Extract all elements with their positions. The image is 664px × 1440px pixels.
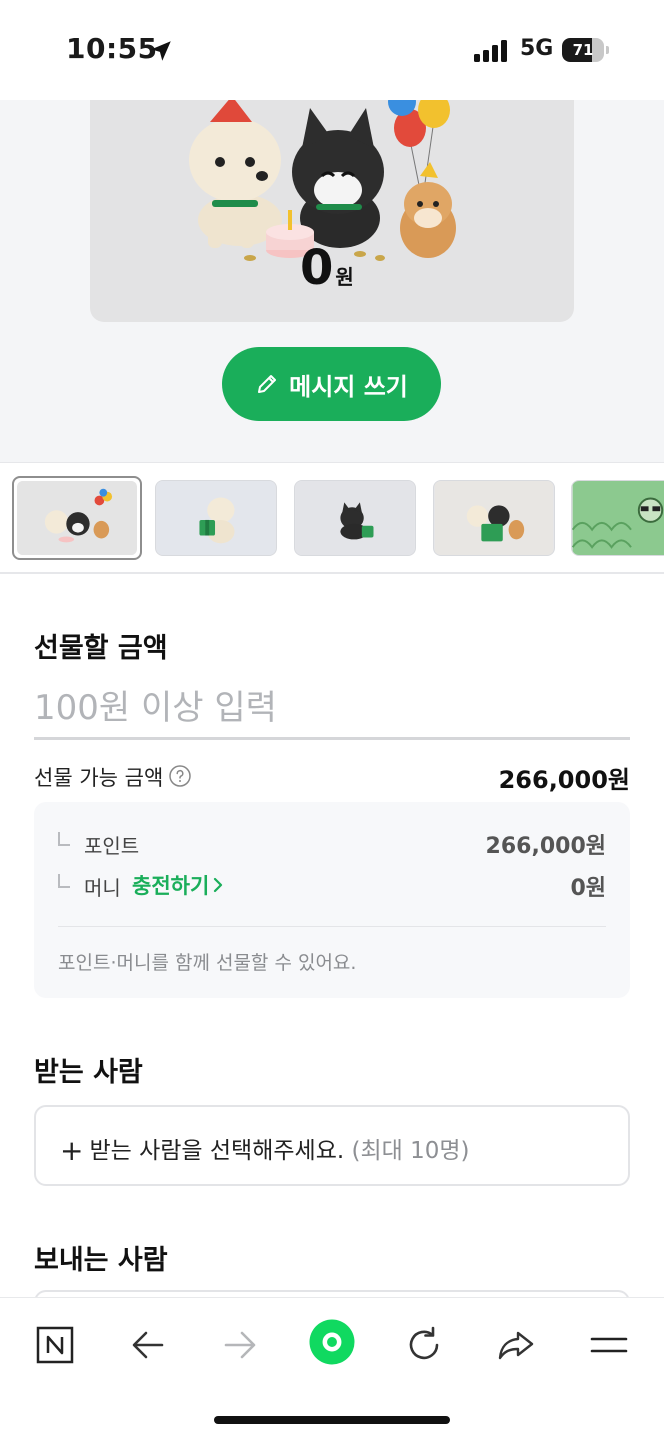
write-message-button[interactable]: 메시지 쓰기: [222, 347, 441, 421]
recipient-prompt: 받는 사람을 선택해주세요.: [89, 1138, 345, 1164]
sender-title: 보내는 사람: [34, 1245, 168, 1276]
available-amount-value: 266,000원: [498, 766, 630, 794]
balance-note: 포인트·머니를 함께 선물할 수 있어요.: [58, 952, 357, 974]
battery-percent: 71: [572, 41, 594, 59]
gift-amount-title: 선물할 금액: [34, 633, 168, 664]
naver-home-button[interactable]: [28, 1318, 82, 1372]
money-value: 0원: [570, 876, 606, 901]
party-animals-thumb-image: [17, 481, 137, 555]
pencil-icon: [258, 375, 277, 393]
menu-button[interactable]: [582, 1318, 636, 1372]
status-time: 10:55: [66, 32, 158, 65]
card-design-selector: [0, 462, 664, 574]
gift-amount-display: 0원: [300, 240, 354, 296]
location-arrow-icon: [151, 41, 171, 61]
points-value: 266,000원: [485, 834, 606, 859]
naver-n-icon: [36, 1326, 74, 1364]
points-row: 포인트 266,000원: [58, 828, 606, 860]
thumbnail-kitten-gift[interactable]: [294, 480, 416, 556]
plus-icon: +: [60, 1134, 84, 1167]
battery-icon: 71: [562, 38, 610, 62]
recipient-title: 받는 사람: [34, 1057, 143, 1088]
gift-card-preview[interactable]: 0원: [90, 100, 574, 322]
green-dot-button[interactable]: [302, 1312, 362, 1372]
share-button[interactable]: [489, 1318, 543, 1372]
green-pattern-thumb-image: [572, 481, 664, 555]
divider: [58, 926, 606, 927]
refresh-icon: [409, 1326, 439, 1360]
money-label: 머니: [84, 876, 121, 900]
cellular-signal-icon: [474, 40, 507, 62]
status-bar: 10:55 5G 71: [0, 0, 664, 100]
refresh-button[interactable]: [397, 1318, 451, 1372]
thumbnail-green-pattern[interactable]: [571, 480, 664, 556]
thumbnail-friends-gift[interactable]: [433, 480, 555, 556]
select-recipient-button[interactable]: + 받는 사람을 선택해주세요. (최대 10명): [34, 1105, 630, 1186]
friends-gift-thumb-image: [434, 481, 554, 555]
chevron-right-icon: [214, 877, 223, 893]
kitten-gift-thumb-image: [295, 481, 415, 555]
forward-button[interactable]: [213, 1318, 267, 1372]
available-amount-label: 선물 가능 금액: [34, 766, 164, 790]
green-dot-icon: [309, 1319, 355, 1365]
arrow-left-icon: [132, 1331, 164, 1359]
tree-corner-icon: [58, 874, 70, 888]
thumbnail-puppy-gift[interactable]: [155, 480, 277, 556]
charge-label: 충전하기: [132, 874, 210, 898]
write-message-label: 메시지 쓰기: [289, 372, 408, 401]
gift-amount-input[interactable]: [34, 678, 630, 740]
recipient-limit-hint: (최대 10명): [351, 1138, 470, 1164]
available-amount-row: 선물 가능 금액 266,000원: [34, 760, 630, 794]
tree-corner-icon: [58, 832, 70, 846]
home-indicator: [214, 1416, 450, 1424]
gift-amount-value: 0: [300, 240, 334, 296]
hamburger-menu-icon: [590, 1337, 628, 1353]
charge-link[interactable]: 충전하기: [132, 870, 225, 900]
network-type: 5G: [520, 36, 554, 61]
arrow-right-icon: [224, 1331, 256, 1359]
card-preview-area: 0원 메시지 쓰기: [0, 100, 664, 462]
share-arrow-icon: [498, 1331, 534, 1360]
gift-amount-unit: 원: [335, 265, 354, 289]
help-icon[interactable]: [168, 764, 192, 788]
points-label: 포인트: [84, 834, 140, 858]
money-row: 머니 충전하기 0원: [58, 870, 606, 902]
balance-breakdown: 포인트 266,000원 머니 충전하기 0원 포인트·머니를 함께 선물할 수…: [34, 802, 630, 998]
back-button[interactable]: [121, 1318, 175, 1372]
thumbnail-party-animals[interactable]: [12, 476, 142, 560]
puppy-gift-thumb-image: [156, 481, 276, 555]
